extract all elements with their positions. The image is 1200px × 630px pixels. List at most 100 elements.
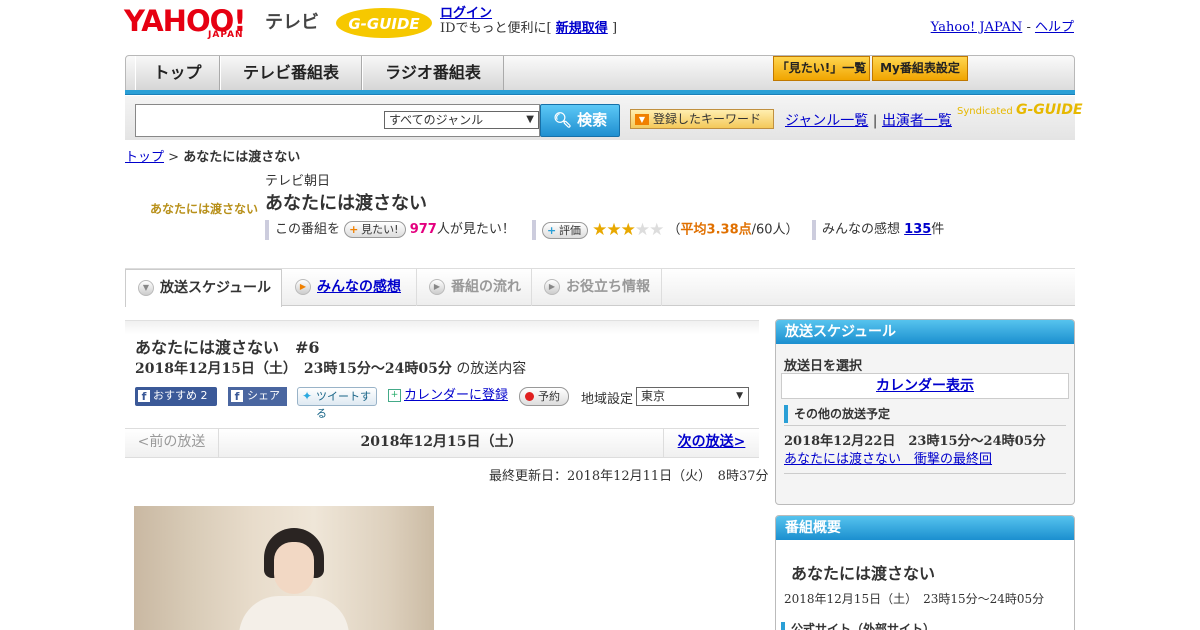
signup-link[interactable]: 新規取得 bbox=[556, 21, 608, 36]
prev-episode: <前の放送 bbox=[125, 428, 219, 458]
photo-body bbox=[239, 596, 349, 630]
main-nav: トップ テレビ番組表 ラジオ番組表 「見たい!」一覧 My番組表設定 bbox=[125, 55, 1075, 91]
rating-button-label: 評価 bbox=[559, 223, 581, 237]
star-icon: ★ bbox=[620, 220, 636, 240]
nav-tab-radio-schedule[interactable]: ラジオ番組表 bbox=[362, 56, 504, 90]
channel-name: テレビ朝日 bbox=[265, 174, 331, 189]
breadcrumb: トップ > あなたには渡さない bbox=[125, 146, 300, 165]
episode-photo bbox=[134, 506, 434, 630]
breadcrumb-top-link[interactable]: トップ bbox=[125, 150, 164, 165]
program-tabs: ▼ 放送スケジュール ▶ みんなの感想 ▶ 番組の流れ ▶ お役立ち情報 bbox=[125, 268, 1075, 307]
calendar-register[interactable]: + カレンダーに登録 bbox=[388, 387, 508, 406]
nav-divider bbox=[125, 90, 1075, 95]
reserve-button[interactable]: 予約 bbox=[519, 387, 569, 406]
tab-comments[interactable]: ▶ みんなの感想 bbox=[283, 269, 417, 306]
japan-logo-text: JAPAN bbox=[208, 30, 244, 40]
play-icon: ▶ bbox=[429, 279, 445, 295]
tab-flow-label: 番組の流れ bbox=[451, 279, 521, 295]
rating-button[interactable]: + 評価 bbox=[542, 221, 588, 239]
chevron-down-icon: ▼ bbox=[736, 391, 743, 401]
want-list-button[interactable]: 「見たい!」一覧 bbox=[773, 56, 870, 81]
my-schedule-button[interactable]: My番組表設定 bbox=[872, 56, 968, 81]
comments-label: みんなの感想 bbox=[822, 222, 901, 237]
nav-tab-tv-schedule[interactable]: テレビ番組表 bbox=[220, 56, 362, 90]
comments-stat: みんなの感想 135件 bbox=[812, 220, 944, 240]
other-schedule-item[interactable]: あなたには渡さない 衝撃の最終回 bbox=[784, 448, 992, 467]
plus-icon: + bbox=[349, 223, 359, 236]
rating-average: 平均3.38点 bbox=[680, 222, 752, 238]
keyword-button-label: 登録したキーワード bbox=[653, 112, 762, 126]
region-select[interactable]: 東京 ▼ bbox=[636, 387, 749, 406]
help-link[interactable]: ヘルプ bbox=[1035, 20, 1074, 35]
keyword-button[interactable]: ▼ 登録したキーワード bbox=[630, 109, 774, 129]
want-button-label: 見たい! bbox=[361, 223, 399, 236]
genre-select-value: すべてのジャンル bbox=[389, 113, 484, 127]
rating-stars: ★★★★★ bbox=[592, 220, 664, 240]
facebook-recommend-button[interactable]: f おすすめ 2 bbox=[135, 387, 217, 406]
facebook-icon: f bbox=[138, 390, 150, 403]
login-note-pre: IDでもっと便利に[ bbox=[440, 21, 552, 36]
calendar-display-link[interactable]: カレンダー表示 bbox=[876, 378, 974, 394]
episode-datetime: 2018年12月15日（土） 23時15分～24時05分 bbox=[135, 361, 452, 377]
play-icon: ▶ bbox=[295, 279, 311, 295]
yahoo-japan-link[interactable]: Yahoo! JAPAN bbox=[931, 20, 1023, 35]
breadcrumb-current: あなたには渡さない bbox=[183, 150, 301, 165]
calendar-plus-icon: + bbox=[388, 389, 401, 402]
star-icon: ★ bbox=[592, 220, 607, 240]
cast-list-link[interactable]: 出演者一覧 bbox=[882, 113, 952, 129]
rating-count: /60人） bbox=[751, 222, 799, 238]
tv-logo-text[interactable]: テレビ bbox=[265, 8, 319, 34]
program-title: あなたには渡さない bbox=[265, 193, 427, 214]
want-count: 977 bbox=[409, 222, 437, 237]
tweet-button[interactable]: ✦ ツイートする bbox=[297, 387, 377, 420]
yahoo-japan-logo[interactable]: YAHOO! JAPAN bbox=[124, 6, 246, 42]
record-dot-icon bbox=[525, 392, 534, 401]
nav-tab-top[interactable]: トップ bbox=[135, 56, 220, 90]
star-icon: ★ bbox=[606, 220, 621, 240]
region-label: 地域設定 bbox=[581, 392, 634, 407]
genre-list-link[interactable]: ジャンル一覧 bbox=[785, 113, 868, 129]
genre-select[interactable]: すべてのジャンル ▼ bbox=[384, 111, 539, 129]
star-empty-icon: ★ bbox=[649, 220, 664, 240]
top-links-separator: - bbox=[1026, 20, 1031, 35]
calendar-register-link[interactable]: カレンダーに登録 bbox=[404, 388, 508, 403]
search-icon: 🔍︎ bbox=[552, 111, 572, 129]
last-updated: 最終更新日：2018年12月11日（火） 8時37分 bbox=[489, 469, 769, 484]
calendar-display-button[interactable]: カレンダー表示 bbox=[781, 373, 1069, 399]
other-schedule-link[interactable]: あなたには渡さない 衝撃の最終回 bbox=[784, 452, 992, 467]
next-episode[interactable]: 次の放送> bbox=[663, 428, 759, 458]
syndicated-label: Syndicated bbox=[957, 106, 1013, 117]
star-empty-icon: ★ bbox=[634, 220, 650, 240]
login-link[interactable]: ログイン bbox=[440, 6, 492, 21]
divider bbox=[784, 425, 1066, 426]
chevron-down-icon: ▼ bbox=[138, 280, 154, 296]
login-note-post: ] bbox=[611, 21, 618, 36]
play-icon: ▶ bbox=[544, 279, 560, 295]
syndicated-gguide: Syndicated G-GUIDE bbox=[957, 102, 1083, 118]
tab-schedule-label: 放送スケジュール bbox=[160, 280, 272, 296]
next-episode-link[interactable]: 次の放送> bbox=[678, 434, 746, 450]
tab-comments-label[interactable]: みんなの感想 bbox=[317, 279, 401, 295]
search-links-separator: | bbox=[872, 113, 878, 129]
select-date-label: 放送日を選択 bbox=[784, 359, 863, 374]
comments-count-link[interactable]: 135 bbox=[904, 222, 931, 237]
program-thumbnail-text: あなたには渡さない bbox=[150, 202, 259, 216]
tab-schedule[interactable]: ▼ 放送スケジュール bbox=[125, 269, 282, 307]
facebook-share-button[interactable]: f シェア bbox=[228, 387, 287, 406]
rating-open: （ bbox=[667, 222, 681, 238]
reserve-button-label: 予約 bbox=[538, 390, 560, 403]
summary-time: 2018年12月15日（土） 23時15分～24時05分 bbox=[784, 592, 1045, 606]
tab-info: ▶ お役立ち情報 bbox=[532, 269, 662, 306]
episode-time: 2018年12月15日（土） 23時15分～24時05分 の放送内容 bbox=[135, 358, 526, 378]
episode-date-suffix: の放送内容 bbox=[456, 361, 527, 377]
top-links: Yahoo! JAPAN - ヘルプ bbox=[931, 16, 1074, 35]
search-button[interactable]: 🔍︎ 検索 bbox=[540, 104, 620, 137]
syndicated-logo-text: G-GUIDE bbox=[1015, 102, 1083, 118]
tab-flow: ▶ 番組の流れ bbox=[417, 269, 532, 306]
summary-sidebox-header: 番組概要 bbox=[776, 516, 1074, 540]
region-select-value: 東京 bbox=[641, 389, 666, 403]
want-button[interactable]: + 見たい! bbox=[344, 221, 406, 238]
breadcrumb-separator: > bbox=[168, 150, 180, 165]
want-post-text: 人が見たい！ bbox=[436, 222, 515, 237]
summary-title: あなたには渡さない bbox=[791, 564, 936, 583]
